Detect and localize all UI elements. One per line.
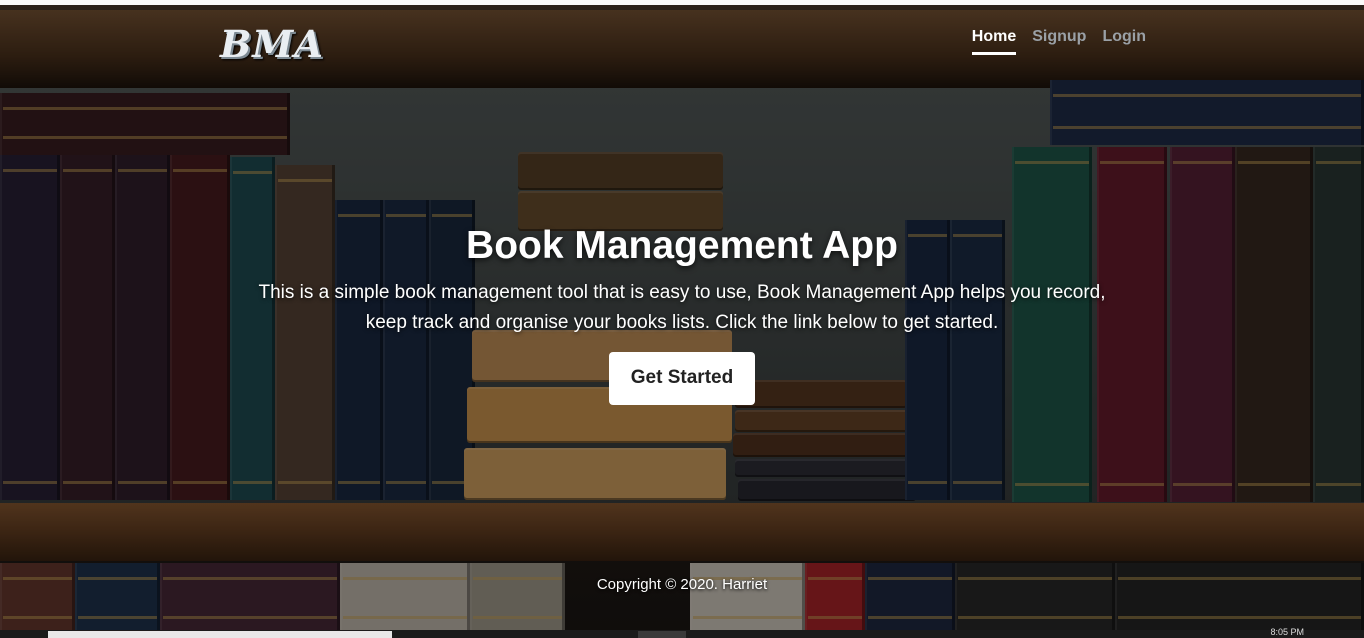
landing-page: BMA Home Signup Login Book Management Ap… (0, 0, 1364, 638)
nav-link-home[interactable]: Home (971, 28, 1017, 55)
brand-logo[interactable]: BMA (220, 22, 324, 66)
nav-link-signup[interactable]: Signup (1032, 28, 1086, 55)
os-taskbar: 8:05 PM (0, 627, 1364, 638)
main-nav: Home Signup Login (971, 28, 1146, 55)
footer-copyright: Copyright © 2020. Harriet (596, 576, 768, 593)
taskbar-app-button[interactable] (638, 631, 686, 638)
hero-description: This is a simple book management tool th… (258, 282, 1106, 333)
hero-title: Book Management App (466, 224, 898, 267)
taskbar-search-box[interactable] (48, 631, 392, 638)
hero-section: Book Management App This is a simple boo… (0, 220, 1364, 405)
taskbar-clock: 8:05 PM (1270, 627, 1304, 637)
get-started-button[interactable]: Get Started (608, 352, 756, 405)
nav-link-login[interactable]: Login (1102, 28, 1146, 55)
